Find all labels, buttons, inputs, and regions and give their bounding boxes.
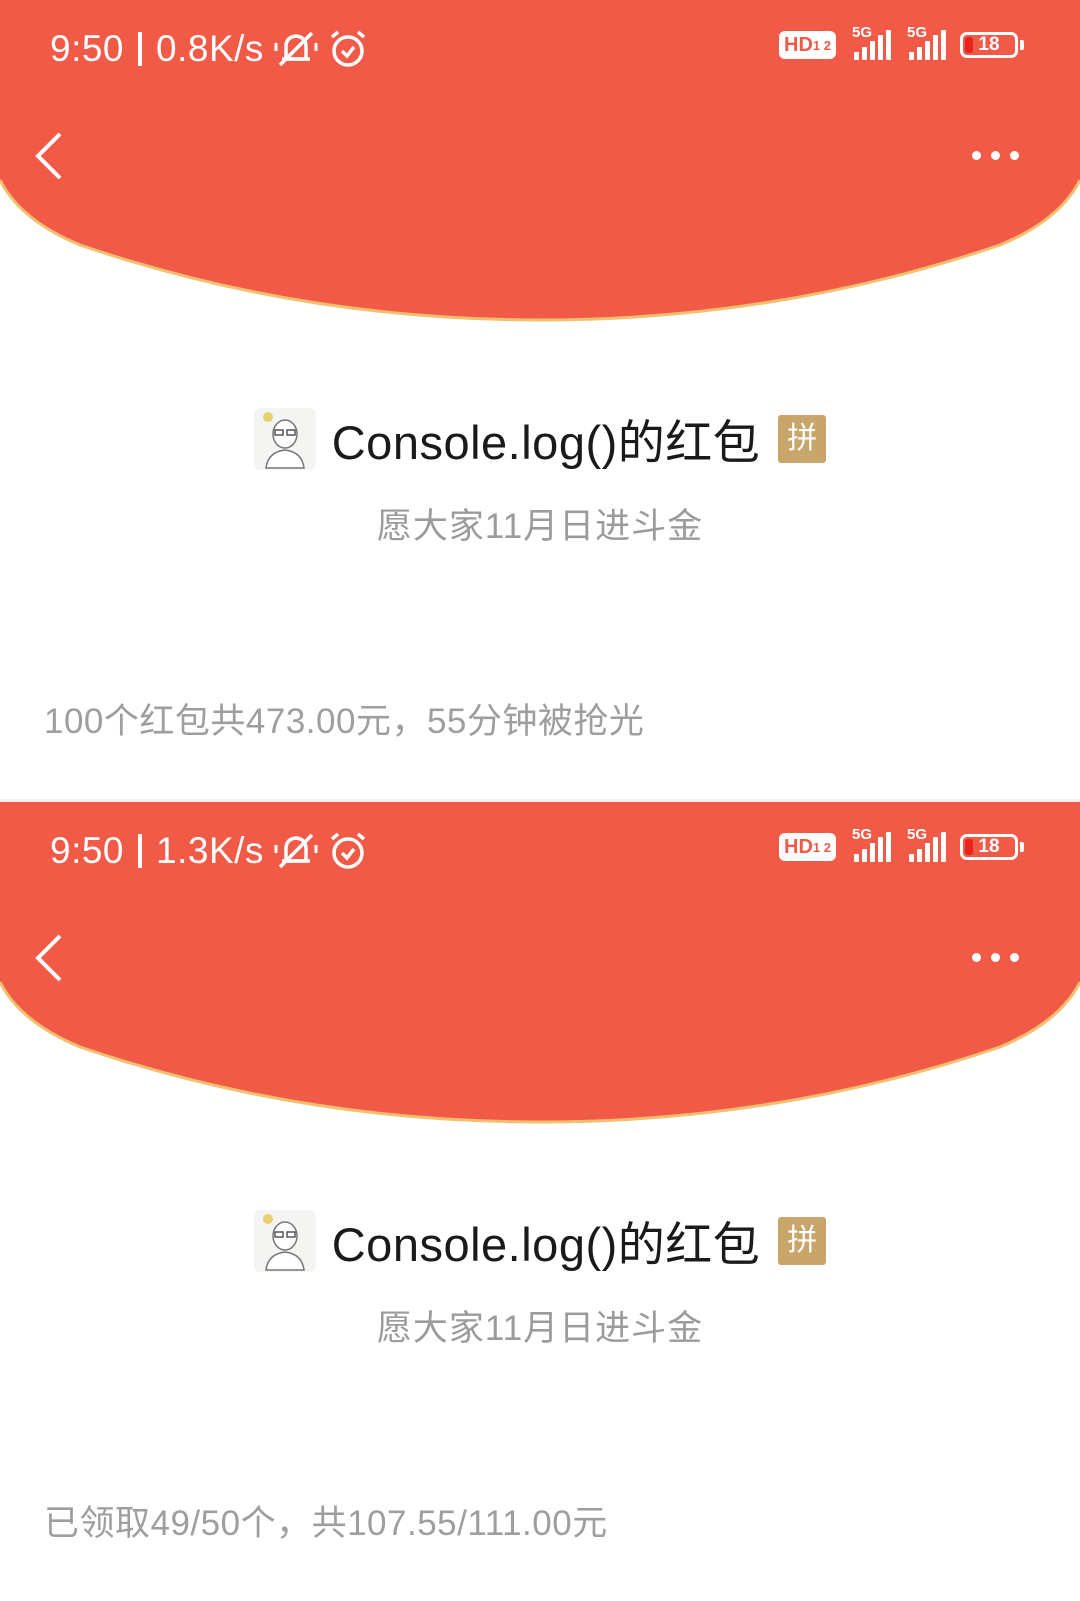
signal-icon-1: 5G bbox=[850, 826, 891, 862]
alarm-icon bbox=[330, 832, 366, 869]
envelope-summary: 100个红包共473.00元，55分钟被抢光 bbox=[44, 702, 645, 741]
signal-icon-1: 5G bbox=[850, 24, 891, 60]
hd-sub-label: 1 2 bbox=[812, 839, 831, 855]
more-dots-icon[interactable] bbox=[972, 145, 1032, 165]
avatar[interactable] bbox=[253, 407, 316, 470]
battery-level: 18 bbox=[978, 836, 1000, 857]
network-speed: 0.8K/s bbox=[156, 28, 264, 69]
hd-voice-icon: HD 1 2 bbox=[779, 31, 836, 59]
signal-2-label: 5G bbox=[907, 24, 928, 41]
hd-voice-icon: HD 1 2 bbox=[779, 833, 836, 861]
battery-tip bbox=[1020, 40, 1024, 50]
signal-icon-2: 5G bbox=[905, 826, 946, 862]
sender-row: Console.log()的红包 拼 bbox=[0, 404, 1080, 473]
sender-row: Console.log()的红包 拼 bbox=[0, 1206, 1080, 1275]
envelope-summary: 已领取49/50个，共107.55/111.00元 bbox=[44, 1504, 608, 1543]
greeting-message: 愿大家11月日进斗金 bbox=[376, 1309, 704, 1348]
pin-badge: 拼 bbox=[778, 414, 827, 463]
status-bar: 9:50 1.3K/s HD 1 2 5G 5G 18 bbox=[0, 802, 1080, 902]
battery-tip bbox=[1020, 842, 1024, 852]
battery-icon: 18 bbox=[960, 834, 1018, 860]
status-separator bbox=[138, 32, 143, 66]
hd-label: HD bbox=[784, 34, 813, 56]
battery-level: 18 bbox=[978, 34, 1000, 55]
back-chevron-left-icon[interactable] bbox=[30, 130, 70, 182]
status-bar: 9:50 0.8K/s HD 1 2 5G 5G 18 bbox=[0, 0, 1080, 100]
signal-icon-2: 5G bbox=[905, 24, 946, 60]
more-dots-icon[interactable] bbox=[972, 947, 1032, 967]
hd-label: HD bbox=[784, 836, 813, 858]
signal-2-label: 5G bbox=[907, 826, 928, 843]
back-chevron-left-icon[interactable] bbox=[30, 932, 70, 984]
signal-1-label: 5G bbox=[852, 24, 873, 41]
alarm-icon bbox=[330, 30, 366, 67]
clock: 9:50 bbox=[50, 28, 125, 69]
avatar[interactable] bbox=[253, 1209, 316, 1272]
network-speed: 1.3K/s bbox=[156, 830, 264, 871]
pin-badge: 拼 bbox=[778, 1216, 827, 1265]
screen-2: 9:50 1.3K/s HD 1 2 5G 5G 18 Console.log(… bbox=[0, 802, 1080, 1601]
sender-name: Console.log()的红包 bbox=[331, 1218, 761, 1271]
signal-1-label: 5G bbox=[852, 826, 873, 843]
battery-icon: 18 bbox=[960, 32, 1018, 58]
mute-bell-icon bbox=[274, 833, 318, 869]
mute-bell-icon bbox=[274, 31, 318, 67]
status-separator bbox=[138, 834, 143, 868]
hd-sub-label: 1 2 bbox=[812, 37, 831, 53]
sender-name: Console.log()的红包 bbox=[331, 416, 761, 469]
clock: 9:50 bbox=[50, 830, 125, 871]
greeting-message: 愿大家11月日进斗金 bbox=[376, 507, 704, 546]
screen-1: 9:50 0.8K/s HD 1 2 5G 5G 18 Console.log(… bbox=[0, 0, 1080, 799]
